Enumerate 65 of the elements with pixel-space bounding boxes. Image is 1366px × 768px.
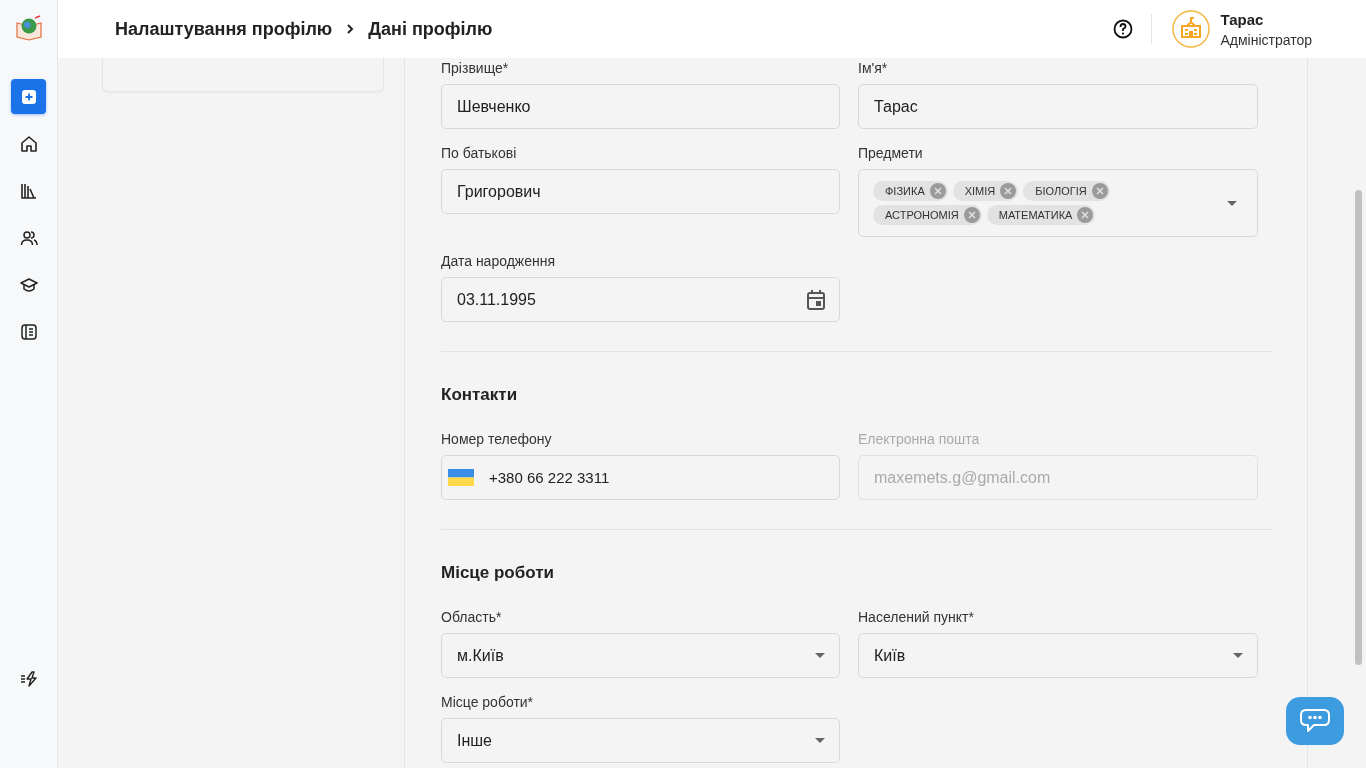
text-field[interactable]: Григорович — [441, 169, 840, 214]
select-field[interactable]: Інше — [441, 718, 840, 763]
select-field[interactable]: м.Київ — [441, 633, 840, 678]
chat-button[interactable] — [1286, 697, 1344, 745]
notebook-icon — [19, 322, 38, 341]
field-value: Тарас — [874, 97, 918, 116]
remove-icon[interactable] — [1077, 207, 1094, 223]
school-avatar-icon — [1172, 10, 1211, 48]
text-field[interactable]: Тарас — [858, 84, 1258, 129]
field-value: Григорович — [457, 182, 541, 201]
ukraine-flag-icon[interactable] — [448, 469, 474, 486]
books-icon — [19, 181, 38, 200]
field-label: Прізвище* — [441, 60, 510, 76]
users-icon — [19, 228, 38, 247]
section-heading: Місце роботи — [441, 563, 555, 583]
chip-label: ХІМІЯ — [964, 185, 996, 197]
phone-field[interactable]: +380 66 222 3311 — [441, 455, 840, 500]
plus-nav-button[interactable] — [11, 79, 46, 114]
breadcrumb-item[interactable]: Налаштування профілю — [115, 18, 333, 40]
field-label: Предмети — [858, 145, 924, 161]
dropdown-caret-icon — [1227, 200, 1237, 206]
remove-icon[interactable] — [1000, 183, 1017, 199]
field-value: Шевченко — [457, 97, 531, 116]
field-value: Київ — [874, 646, 906, 665]
field-label: Населений пункт* — [858, 609, 975, 625]
chevron-right-icon — [346, 23, 355, 35]
field-value: +380 66 222 3311 — [489, 469, 610, 486]
scrollbar-thumb[interactable] — [1355, 190, 1362, 665]
field-label: Номер телефону — [441, 431, 553, 447]
field-label: Ім'я* — [858, 60, 889, 76]
field-value: 03.11.1995 — [457, 290, 536, 309]
section-heading: Контакти — [441, 385, 519, 405]
subjects-select[interactable]: ФІЗИКА ХІМІЯ БІОЛОГІЯ АСТРОНОМІЯ МАТЕМАТИКА — [858, 169, 1258, 237]
field-label: Електронна пошта — [858, 431, 981, 447]
field-label: Область* — [441, 609, 503, 625]
globe-book-logo[interactable] — [14, 15, 43, 41]
text-field[interactable]: Шевченко — [441, 84, 840, 129]
dropdown-caret-icon — [815, 653, 825, 658]
field-label: Дата народження — [441, 253, 557, 269]
graduation-cap-icon — [19, 275, 38, 294]
user-name: Тарас — [1220, 10, 1265, 28]
breadcrumb-item: Дані профілю — [368, 18, 493, 40]
user-role: Адміністратор — [1220, 31, 1312, 48]
remove-icon[interactable] — [1091, 183, 1108, 199]
lightning-icon — [19, 670, 38, 687]
field-label: По батькові — [441, 145, 518, 161]
chip-label: БІОЛОГІЯ — [1035, 185, 1087, 197]
select-field[interactable]: Київ — [858, 633, 1258, 678]
field-value: м.Київ — [457, 646, 504, 665]
remove-icon[interactable] — [963, 207, 980, 223]
chip-label: ФІЗИКА — [885, 185, 925, 197]
field-label: Місце роботи* — [441, 694, 535, 710]
field-value: Інше — [457, 731, 492, 750]
dropdown-caret-icon — [815, 738, 825, 743]
chip-label: АСТРОНОМІЯ — [885, 209, 959, 221]
chip-label: МАТЕМАТИКА — [998, 209, 1073, 221]
date-field[interactable]: 03.11.1995 — [441, 277, 840, 322]
help-icon[interactable] — [1113, 19, 1134, 39]
plus-icon — [21, 89, 36, 104]
dropdown-caret-icon — [1233, 653, 1243, 658]
chat-bubble-icon — [1300, 708, 1330, 734]
home-icon — [19, 134, 38, 153]
field-value: maxemets.g@gmail.com — [874, 468, 1051, 487]
remove-icon[interactable] — [929, 183, 946, 199]
calendar-icon[interactable] — [807, 289, 825, 310]
